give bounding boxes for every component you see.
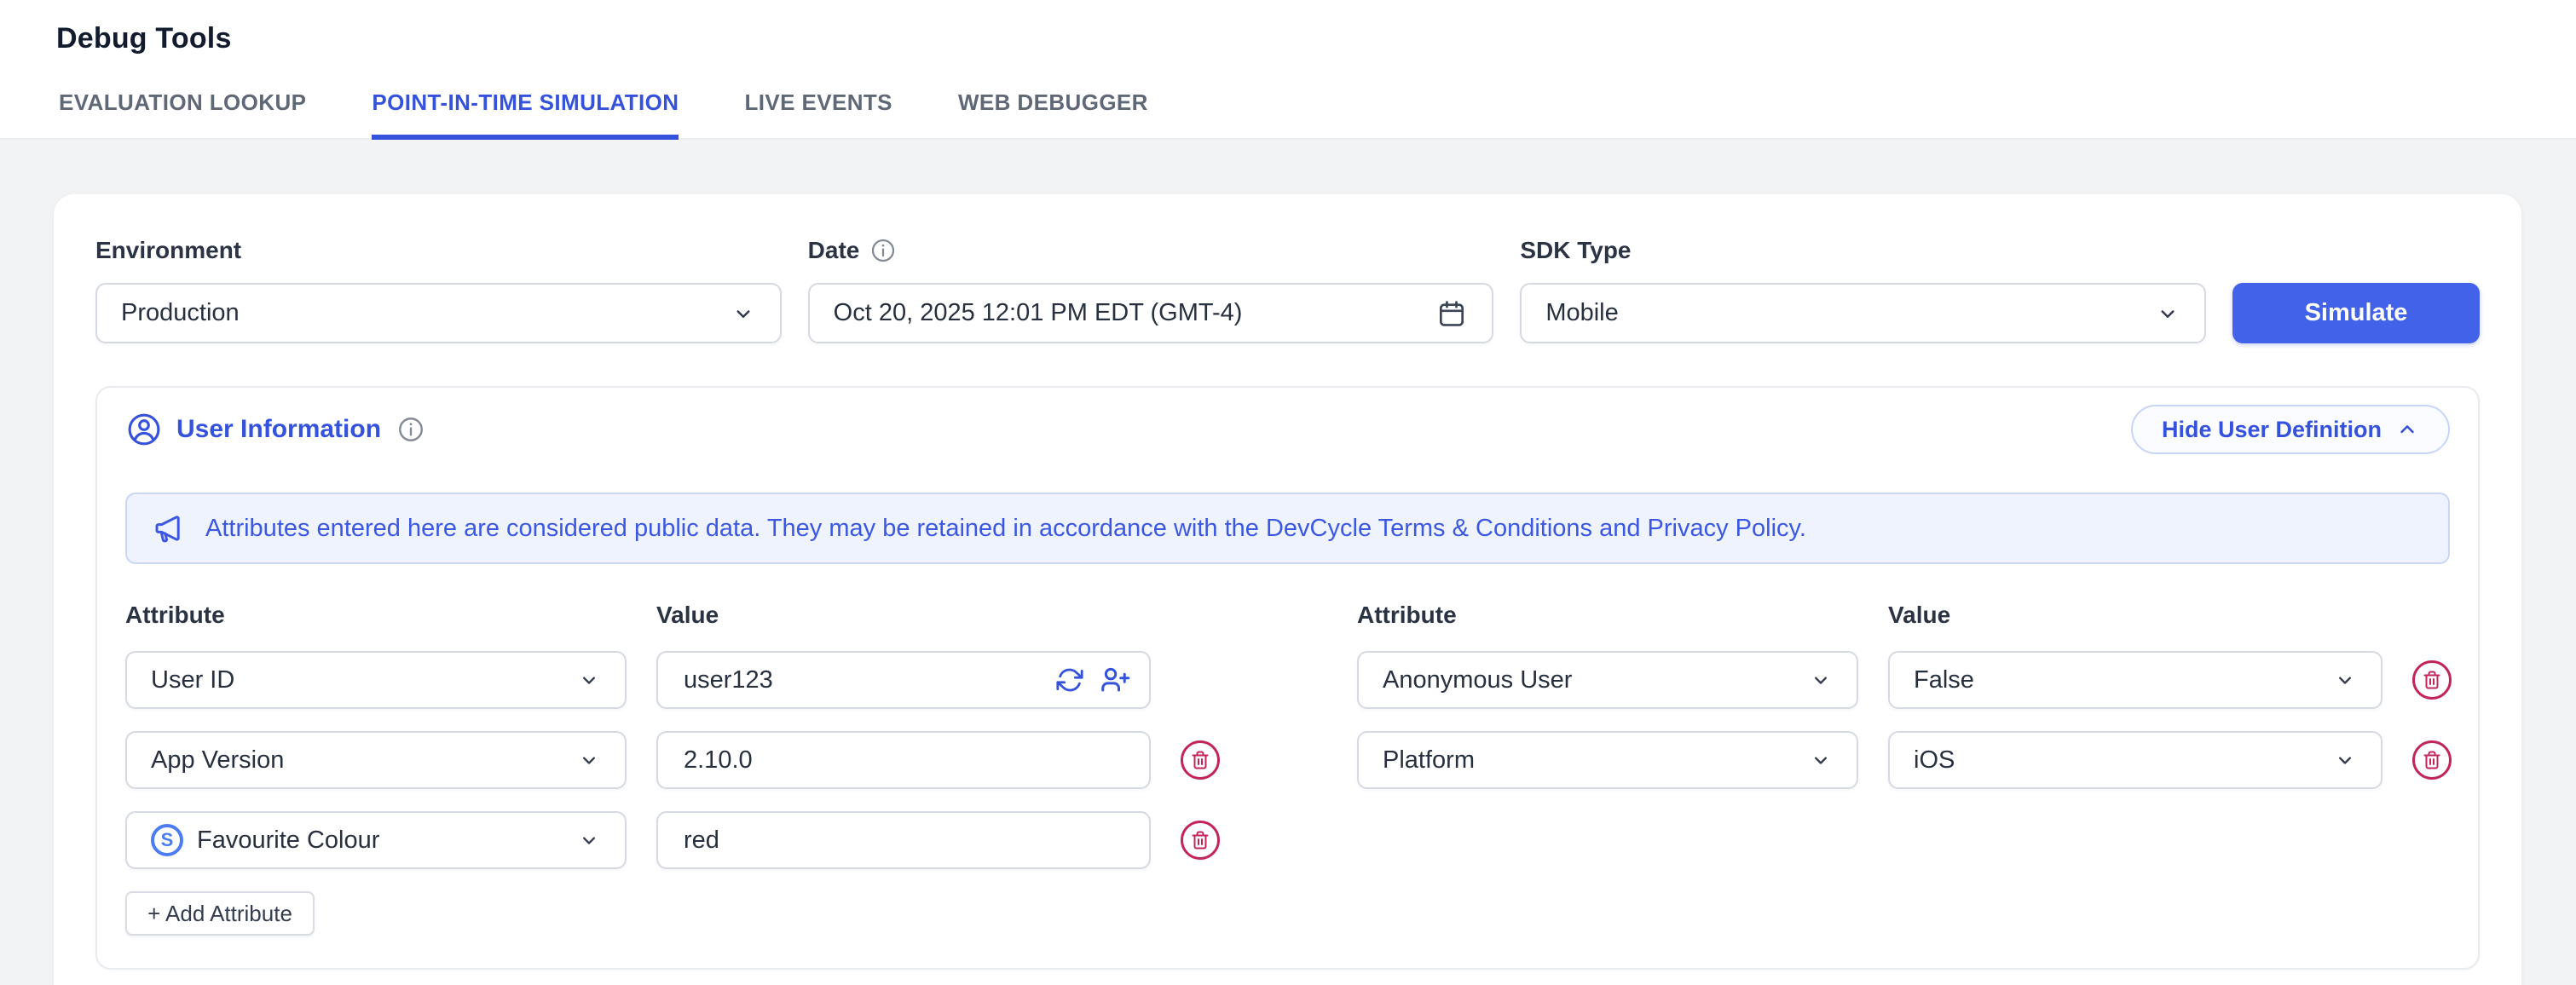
delete-attribute-button[interactable] (1181, 821, 1220, 860)
tab-bar: EVALUATION LOOKUP POINT-IN-TIME SIMULATI… (59, 89, 2576, 140)
attribute-row-anonymous-user: Anonymous User False (1357, 651, 2452, 709)
user-information-title: User Information (176, 415, 381, 444)
environment-field-group: Environment Production (95, 237, 782, 343)
user-information-section: User Information Hide User Definition (95, 386, 2480, 970)
info-icon[interactable] (869, 237, 897, 264)
left-column-headers: Attribute Value (125, 602, 1220, 629)
attribute-name: Platform (1383, 746, 1475, 775)
attributes-grid: Attribute Value User ID (125, 602, 2450, 936)
public-data-notice-text: Attributes entered here are considered p… (205, 515, 1806, 543)
trash-icon (2422, 670, 2442, 690)
environment-select[interactable]: Production (95, 283, 782, 343)
platform-value-select[interactable]: iOS (1888, 731, 2383, 789)
attribute-row-app-version: App Version (125, 731, 1220, 789)
attribute-name: Anonymous User (1383, 666, 1572, 694)
right-column-headers: Attribute Value (1357, 602, 2452, 629)
chevron-up-icon (2395, 418, 2419, 441)
attribute-row-platform: Platform iOS (1357, 731, 2452, 789)
attribute-select-anonymous-user[interactable]: Anonymous User (1357, 651, 1858, 709)
value-text: iOS (1914, 746, 1955, 775)
user-id-input-icons (1055, 651, 1130, 709)
sdk-type-select[interactable]: Mobile (1520, 283, 2206, 343)
attribute-select-favourite-colour[interactable]: S Favourite Colour (125, 811, 627, 869)
favourite-colour-value-input[interactable] (656, 811, 1151, 869)
favourite-colour-value-wrap (656, 811, 1151, 869)
date-input[interactable]: Oct 20, 2025 12:01 PM EDT (GMT-4) (808, 283, 1494, 343)
chevron-down-icon (731, 301, 756, 326)
anonymous-user-value-select[interactable]: False (1888, 651, 2383, 709)
chevron-down-icon (577, 828, 601, 852)
sdk-type-field-group: SDK Type Mobile (1520, 237, 2206, 343)
user-id-value-wrap (656, 651, 1151, 709)
simulation-card: Environment Production Date Oct 20, 2025 (54, 194, 2521, 985)
delete-attribute-button[interactable] (1181, 740, 1220, 780)
trash-icon (1190, 750, 1210, 770)
chevron-down-icon (2333, 668, 2357, 692)
environment-value: Production (121, 299, 240, 327)
app-version-value-input[interactable] (656, 731, 1151, 789)
sdk-type-value: Mobile (1545, 299, 1618, 327)
user-plus-icon[interactable] (1100, 665, 1130, 695)
user-information-title-row: User Information (125, 411, 425, 448)
delete-attribute-button[interactable] (2412, 740, 2452, 780)
simulation-controls: Environment Production Date Oct 20, 2025 (95, 237, 2480, 343)
chevron-down-icon (2155, 301, 2180, 326)
page-title: Debug Tools (0, 0, 2576, 55)
tab-point-in-time-simulation[interactable]: POINT-IN-TIME SIMULATION (372, 89, 679, 140)
date-value: Oct 20, 2025 12:01 PM EDT (GMT-4) (834, 299, 1243, 327)
tab-web-debugger[interactable]: WEB DEBUGGER (958, 89, 1148, 140)
tab-evaluation-lookup[interactable]: EVALUATION LOOKUP (59, 89, 306, 140)
page-header: Debug Tools EVALUATION LOOKUP POINT-IN-T… (0, 0, 2576, 140)
attributes-right-column: Attribute Value Anonymous User (1357, 602, 2452, 936)
value-column-header: Value (1888, 602, 2383, 629)
add-attribute-button[interactable]: + Add Attribute (125, 891, 315, 936)
user-information-header: User Information Hide User Definition (125, 405, 2450, 454)
calendar-icon[interactable] (1435, 297, 1468, 330)
app-version-value-wrap (656, 731, 1151, 789)
chevron-down-icon (2333, 748, 2357, 772)
public-data-notice: Attributes entered here are considered p… (125, 492, 2450, 564)
attribute-name: User ID (151, 666, 234, 694)
sdk-type-label: SDK Type (1520, 237, 2206, 264)
date-label: Date (808, 237, 860, 264)
environment-label: Environment (95, 237, 782, 264)
trash-icon (1190, 830, 1210, 850)
date-field-group: Date Oct 20, 2025 12:01 PM EDT (GMT-4) (808, 237, 1494, 343)
hide-user-definition-button[interactable]: Hide User Definition (2131, 405, 2450, 454)
string-type-icon: S (151, 824, 183, 856)
chevron-down-icon (1809, 668, 1833, 692)
attribute-column-header: Attribute (125, 602, 627, 629)
value-text: False (1914, 666, 1974, 694)
chevron-down-icon (1809, 748, 1833, 772)
user-circle-icon (125, 411, 163, 448)
page-content: Environment Production Date Oct 20, 2025 (0, 140, 2576, 985)
trash-icon (2422, 750, 2442, 770)
tab-live-events[interactable]: LIVE EVENTS (744, 89, 892, 140)
chevron-down-icon (577, 668, 601, 692)
delete-attribute-button[interactable] (2412, 660, 2452, 700)
simulate-button[interactable]: Simulate (2232, 283, 2480, 343)
attribute-column-header: Attribute (1357, 602, 1858, 629)
attribute-row-user-id: User ID (125, 651, 1220, 709)
attribute-select-platform[interactable]: Platform (1357, 731, 1858, 789)
megaphone-icon (151, 510, 187, 546)
attribute-name: App Version (151, 746, 284, 775)
hide-user-definition-label: Hide User Definition (2162, 417, 2382, 443)
attribute-row-favourite-colour: S Favourite Colour (125, 811, 1220, 869)
attribute-name: Favourite Colour (197, 827, 379, 855)
value-column-header: Value (656, 602, 1151, 629)
chevron-down-icon (577, 748, 601, 772)
date-label-row: Date (808, 237, 1494, 264)
info-icon[interactable] (396, 415, 425, 444)
attributes-left-column: Attribute Value User ID (125, 602, 1220, 936)
attribute-select-app-version[interactable]: App Version (125, 731, 627, 789)
refresh-icon[interactable] (1055, 665, 1084, 694)
attribute-select-user-id[interactable]: User ID (125, 651, 627, 709)
